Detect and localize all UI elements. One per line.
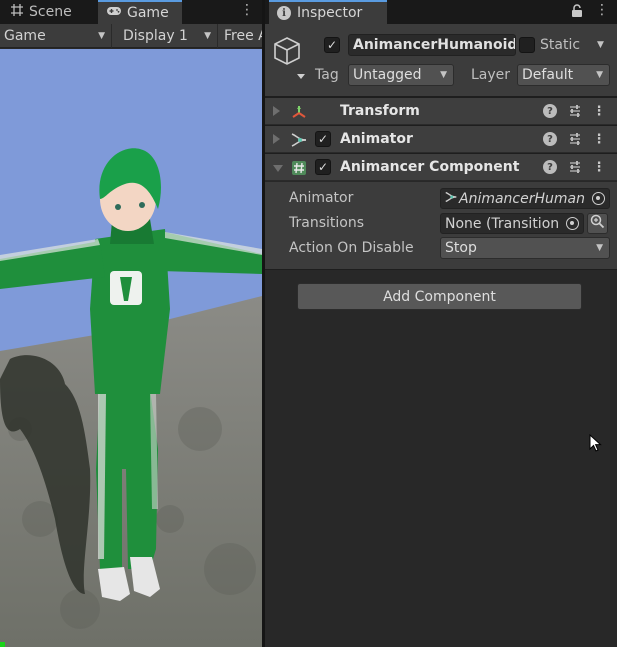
scene-render	[0, 49, 262, 647]
action-on-disable-label: Action On Disable	[289, 240, 414, 256]
tab-scene-label: Scene	[29, 4, 72, 20]
foldout-arrow-icon[interactable]	[273, 134, 280, 144]
action-on-disable-value: Stop	[445, 240, 477, 256]
tab-inspector[interactable]: i Inspector	[269, 0, 387, 24]
animator-field-value: AnimancerHuman	[459, 190, 585, 207]
component-header-animancer[interactable]: ✓ Animancer Component ? ⋮	[265, 153, 617, 181]
gameobject-header: ✓ AnimancerHumanoid Static ▼ Tag Untagge…	[265, 24, 617, 97]
component-menu-icon[interactable]: ⋮	[592, 132, 606, 146]
tag-dropdown[interactable]: Untagged ▼	[348, 64, 454, 86]
display-value: Display 1	[123, 28, 188, 44]
static-checkbox[interactable]	[519, 37, 535, 53]
tab-game-label: Game	[127, 5, 169, 21]
preset-sliders-icon[interactable]	[568, 160, 582, 174]
gameobject-name-field[interactable]: AnimancerHumanoid	[348, 34, 516, 56]
chevron-down-icon: ▼	[596, 70, 603, 80]
active-checkbox[interactable]: ✓	[324, 37, 340, 53]
game-toolbar: Game ▼ Display 1 ▼ Free A	[0, 24, 262, 48]
chevron-down-icon: ▼	[98, 31, 105, 41]
chevron-down-icon[interactable]: ▼	[597, 40, 604, 50]
status-indicator	[0, 642, 5, 647]
game-viewport[interactable]	[0, 49, 262, 647]
component-header-transform[interactable]: Transform ? ⋮	[265, 97, 617, 125]
lock-icon[interactable]	[571, 4, 583, 22]
animator-object-field[interactable]: AnimancerHuman	[440, 188, 610, 209]
add-component-button[interactable]: Add Component	[297, 283, 582, 310]
component-title: Animancer Component	[340, 159, 520, 175]
preset-sliders-icon[interactable]	[568, 132, 582, 146]
mouse-cursor-icon	[589, 433, 603, 458]
chevron-down-icon: ▼	[596, 243, 603, 253]
component-enabled-checkbox[interactable]: ✓	[315, 159, 331, 175]
tag-label: Tag	[315, 67, 339, 83]
transform-axes-icon	[291, 104, 307, 120]
view-mode-value: Game	[4, 28, 46, 44]
transitions-object-field[interactable]: None (Transition	[440, 213, 584, 234]
gameobject-cube-icon[interactable]	[273, 36, 311, 86]
tag-value: Untagged	[353, 67, 422, 83]
component-header-animator[interactable]: ✓ Animator ? ⋮	[265, 125, 617, 153]
inspector-tab-bar: i Inspector ⋮	[265, 0, 617, 24]
aspect-dropdown[interactable]: Free A	[220, 24, 262, 48]
game-view-panel: Scene Game ⋮ Game ▼ Display 1 ▼ Free A	[0, 0, 262, 647]
tab-scene[interactable]: Scene	[2, 0, 80, 24]
transitions-field-label: Transitions	[289, 215, 364, 231]
layer-label: Layer	[471, 67, 511, 83]
aspect-value: Free A	[224, 28, 262, 44]
component-title: Animator	[340, 131, 413, 147]
foldout-arrow-icon[interactable]	[273, 106, 280, 116]
action-on-disable-dropdown[interactable]: Stop ▼	[440, 237, 610, 259]
tab-game[interactable]: Game	[98, 0, 182, 24]
script-hash-icon	[291, 160, 307, 176]
preset-sliders-icon[interactable]	[568, 104, 582, 118]
inspector-panel: i Inspector ⋮ ✓ AnimancerHumanoid Static…	[265, 0, 617, 647]
animator-icon	[291, 132, 307, 148]
grid-icon	[10, 3, 24, 21]
static-label: Static	[540, 37, 581, 53]
animator-field-label: Animator	[289, 190, 354, 206]
component-enabled-checkbox[interactable]: ✓	[315, 131, 331, 147]
animancer-component-body: Animator AnimancerHuman Transitions None…	[265, 182, 617, 270]
help-icon[interactable]: ?	[543, 132, 557, 146]
inspector-menu-icon[interactable]: ⋮	[595, 2, 609, 18]
magnifier-plus-icon	[590, 214, 605, 233]
component-menu-icon[interactable]: ⋮	[592, 160, 606, 174]
transitions-field-value: None (Transition	[445, 215, 560, 232]
transitions-search-button[interactable]	[587, 213, 608, 234]
help-icon[interactable]: ?	[543, 104, 557, 118]
animator-icon	[445, 191, 457, 207]
display-dropdown[interactable]: Display 1 ▼	[115, 24, 218, 48]
info-icon: i	[277, 6, 291, 20]
chevron-down-icon: ▼	[204, 31, 211, 41]
foldout-arrow-icon[interactable]	[273, 165, 283, 172]
component-menu-icon[interactable]: ⋮	[592, 104, 606, 118]
help-icon[interactable]: ?	[543, 160, 557, 174]
layer-dropdown[interactable]: Default ▼	[517, 64, 610, 86]
tab-inspector-label: Inspector	[297, 5, 363, 21]
object-picker-icon[interactable]	[592, 192, 605, 205]
left-tab-bar: Scene Game ⋮	[0, 0, 262, 24]
gamepad-icon	[106, 4, 122, 22]
left-panel-menu-icon[interactable]: ⋮	[240, 2, 254, 18]
object-picker-icon[interactable]	[566, 217, 579, 230]
chevron-down-icon: ▼	[440, 70, 447, 80]
component-title: Transform	[340, 103, 420, 119]
view-mode-dropdown[interactable]: Game ▼	[0, 24, 112, 48]
layer-value: Default	[522, 67, 574, 83]
